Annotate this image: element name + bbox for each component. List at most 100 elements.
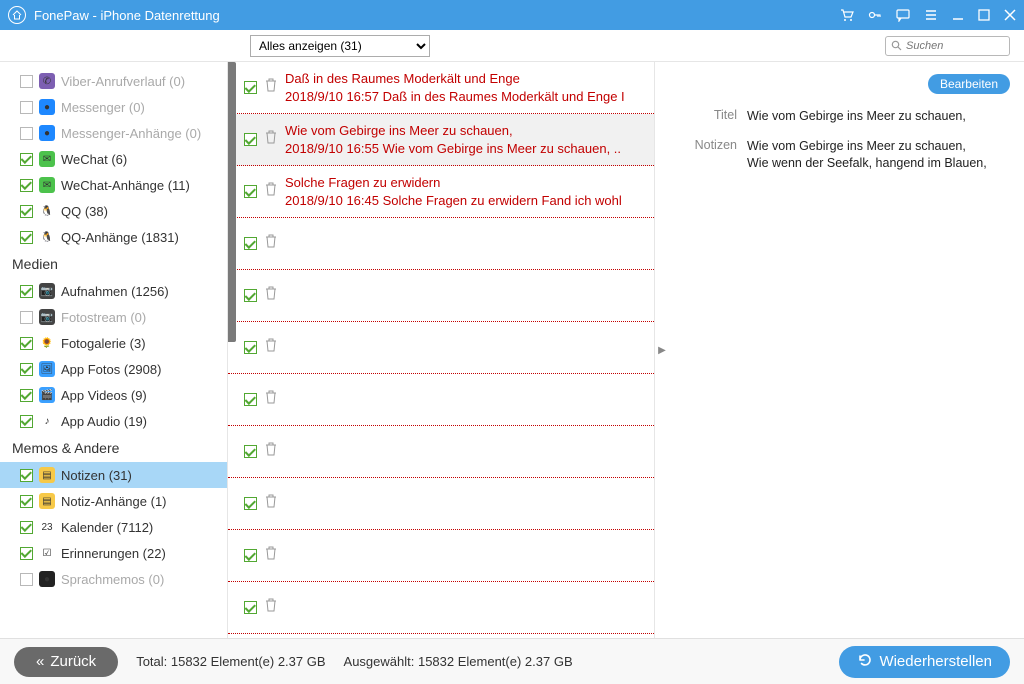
back-button[interactable]: « Zurück <box>14 647 118 677</box>
checkbox[interactable] <box>244 81 257 94</box>
checkbox[interactable] <box>244 393 257 406</box>
checkbox[interactable] <box>244 601 257 614</box>
checkbox[interactable] <box>20 521 33 534</box>
checkbox[interactable] <box>244 341 257 354</box>
sidebar-item[interactable]: ▤Notizen (31) <box>0 462 227 488</box>
checkbox[interactable] <box>20 311 33 324</box>
checkbox[interactable] <box>20 547 33 560</box>
list-row[interactable]: Daß in des Raumes Moderkält und Enge2018… <box>228 62 654 114</box>
list-row[interactable] <box>228 530 654 582</box>
menu-icon[interactable] <box>924 8 938 22</box>
checkbox[interactable] <box>20 469 33 482</box>
checkbox[interactable] <box>20 337 33 350</box>
status-selected: Ausgewählt: 15832 Element(e) 2.37 GB <box>344 654 573 669</box>
key-icon[interactable] <box>868 8 882 22</box>
trash-icon[interactable] <box>265 78 277 97</box>
checkbox[interactable] <box>244 497 257 510</box>
checkbox[interactable] <box>20 153 33 166</box>
category-icon: ● <box>39 125 55 141</box>
sidebar-item-label: Kalender (7112) <box>61 520 153 535</box>
sidebar-item[interactable]: 🌻Fotogalerie (3) <box>0 330 227 356</box>
checkbox[interactable] <box>20 101 33 114</box>
sidebar-item[interactable]: 23Kalender (7112) <box>0 514 227 540</box>
trash-icon[interactable] <box>265 338 277 357</box>
checkbox[interactable] <box>244 133 257 146</box>
checkbox[interactable] <box>20 495 33 508</box>
checkbox[interactable] <box>20 179 33 192</box>
sidebar-item[interactable]: ☑Erinnerungen (22) <box>0 540 227 566</box>
list-row[interactable] <box>228 270 654 322</box>
sidebar-item-label: QQ (38) <box>61 204 108 219</box>
recover-button[interactable]: Wiederherstellen <box>839 646 1010 678</box>
sidebar-item[interactable]: 🖼App Fotos (2908) <box>0 356 227 382</box>
filter-select[interactable]: Alles anzeigen (31) <box>250 35 430 57</box>
sidebar-item-label: Fotostream (0) <box>61 310 146 325</box>
list-row[interactable] <box>228 426 654 478</box>
checkbox[interactable] <box>244 445 257 458</box>
trash-icon[interactable] <box>265 598 277 617</box>
recover-icon <box>857 652 873 672</box>
row-text: Daß in des Raumes Moderkält und Enge2018… <box>285 70 625 105</box>
sidebar-item-label: Viber-Anrufverlauf (0) <box>61 74 185 89</box>
sidebar-item[interactable]: ●Messenger-Anhänge (0) <box>0 120 227 146</box>
sidebar-item[interactable]: ●Messenger (0) <box>0 94 227 120</box>
pane-divider[interactable]: ▶ <box>655 62 669 638</box>
trash-icon[interactable] <box>265 390 277 409</box>
list-row[interactable] <box>228 582 654 634</box>
sidebar-item[interactable]: ✆Viber-Anrufverlauf (0) <box>0 68 227 94</box>
checkbox[interactable] <box>20 285 33 298</box>
list-scrollbar-left[interactable] <box>228 62 236 342</box>
cart-icon[interactable] <box>840 8 854 22</box>
trash-icon[interactable] <box>265 234 277 253</box>
sidebar-item[interactable]: 📷Fotostream (0) <box>0 304 227 330</box>
list-row[interactable] <box>228 374 654 426</box>
checkbox[interactable] <box>244 549 257 562</box>
checkbox[interactable] <box>20 573 33 586</box>
checkbox[interactable] <box>20 75 33 88</box>
sidebar-item-label: Erinnerungen (22) <box>61 546 166 561</box>
list-row[interactable] <box>228 322 654 374</box>
sidebar-item[interactable]: ●Sprachmemos (0) <box>0 566 227 592</box>
checkbox[interactable] <box>20 415 33 428</box>
category-icon: 🐧 <box>39 229 55 245</box>
trash-icon[interactable] <box>265 130 277 149</box>
checkbox[interactable] <box>20 231 33 244</box>
trash-icon[interactable] <box>265 182 277 201</box>
sidebar-item[interactable]: ▤Notiz-Anhänge (1) <box>0 488 227 514</box>
checkbox[interactable] <box>244 185 257 198</box>
titlebar: FonePaw - iPhone Datenrettung <box>0 0 1024 30</box>
search-input[interactable] <box>906 40 1004 52</box>
home-icon[interactable] <box>8 6 26 24</box>
sidebar[interactable]: ✆Viber-Anrufverlauf (0)●Messenger (0)●Me… <box>0 62 228 638</box>
checkbox[interactable] <box>20 127 33 140</box>
trash-icon[interactable] <box>265 286 277 305</box>
checkbox[interactable] <box>20 205 33 218</box>
trash-icon[interactable] <box>265 494 277 513</box>
checkbox[interactable] <box>244 289 257 302</box>
checkbox[interactable] <box>20 363 33 376</box>
category-icon: ✉ <box>39 177 55 193</box>
feedback-icon[interactable] <box>896 8 910 22</box>
list-row[interactable] <box>228 478 654 530</box>
search-box[interactable] <box>885 36 1010 56</box>
sidebar-item[interactable]: ♪App Audio (19) <box>0 408 227 434</box>
sidebar-item[interactable]: 📷Aufnahmen (1256) <box>0 278 227 304</box>
sidebar-item[interactable]: 🎬App Videos (9) <box>0 382 227 408</box>
close-icon[interactable] <box>1004 9 1016 21</box>
trash-icon[interactable] <box>265 546 277 565</box>
trash-icon[interactable] <box>265 442 277 461</box>
list-row[interactable] <box>228 218 654 270</box>
list-row[interactable]: Wie vom Gebirge ins Meer zu schauen,2018… <box>228 114 654 166</box>
sidebar-item[interactable]: ✉WeChat (6) <box>0 146 227 172</box>
sidebar-item-label: App Videos (9) <box>61 388 147 403</box>
detail-pane: Bearbeiten Titel Wie vom Gebirge ins Mee… <box>669 62 1024 638</box>
minimize-icon[interactable] <box>952 9 964 21</box>
sidebar-item[interactable]: 🐧QQ (38) <box>0 198 227 224</box>
edit-button[interactable]: Bearbeiten <box>928 74 1010 94</box>
sidebar-item[interactable]: ✉WeChat-Anhänge (11) <box>0 172 227 198</box>
checkbox[interactable] <box>20 389 33 402</box>
maximize-icon[interactable] <box>978 9 990 21</box>
list-row[interactable]: Solche Fragen zu erwidern2018/9/10 16:45… <box>228 166 654 218</box>
checkbox[interactable] <box>244 237 257 250</box>
sidebar-item[interactable]: 🐧QQ-Anhänge (1831) <box>0 224 227 250</box>
